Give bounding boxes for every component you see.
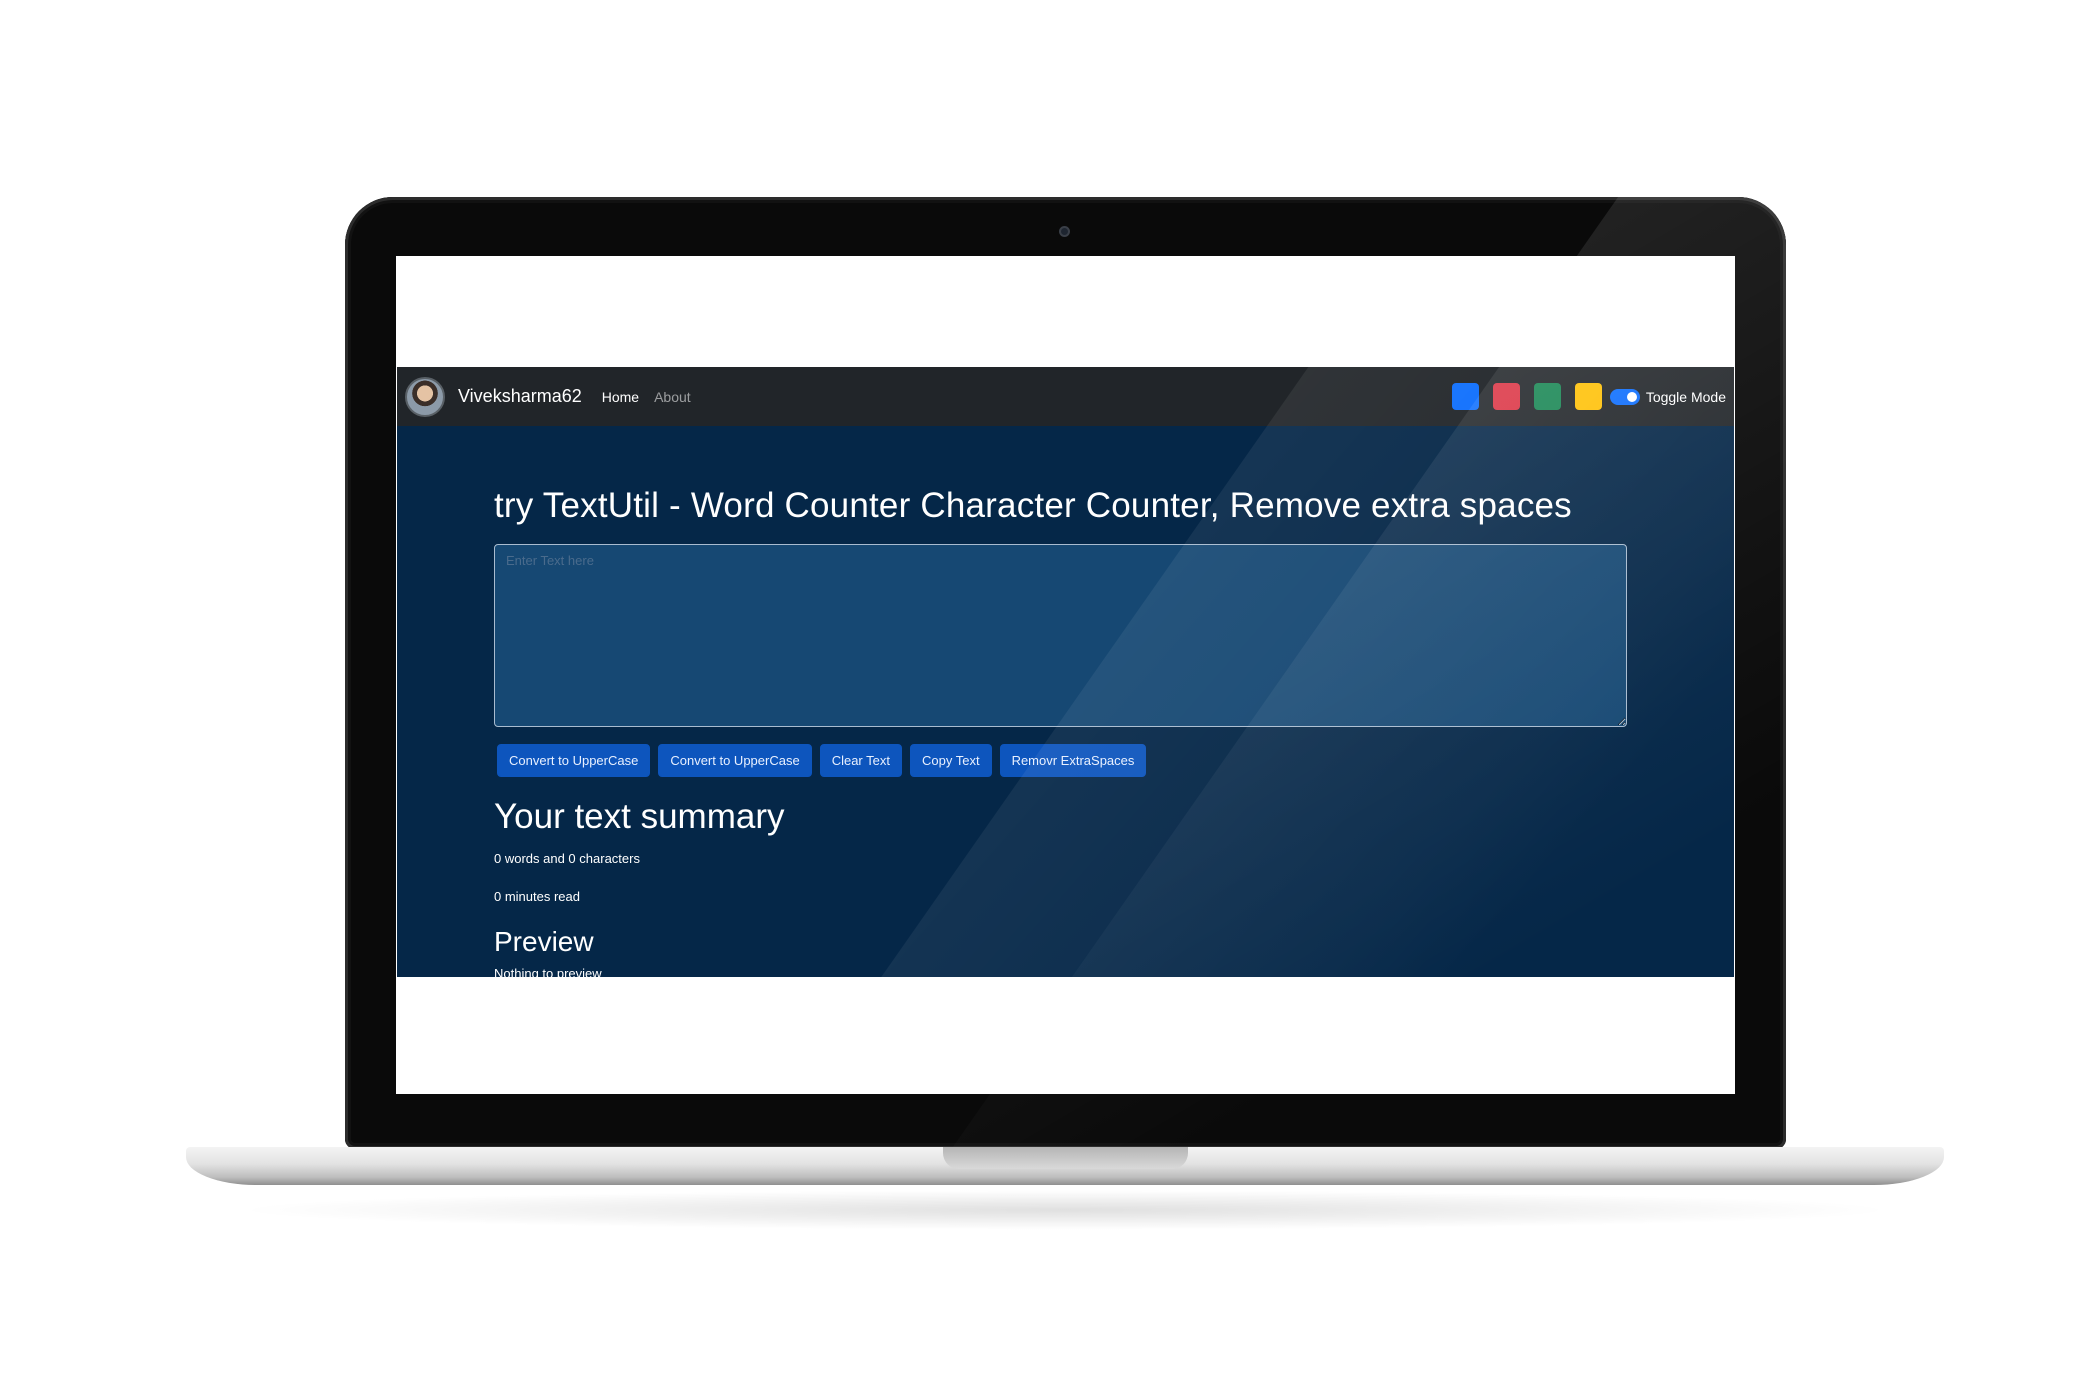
- nav-link-home[interactable]: Home: [602, 389, 639, 405]
- toggle-label[interactable]: Toggle Mode: [1646, 389, 1726, 405]
- remove-extra-spaces-button[interactable]: Removr ExtraSpaces: [999, 744, 1147, 777]
- preview-text: Nothing to preview: [494, 966, 602, 977]
- page-title: try TextUtil - Word Counter Character Co…: [494, 486, 1572, 525]
- theme-swatch-red[interactable]: [1492, 383, 1520, 410]
- dark-mode-toggle: Toggle Mode: [1609, 388, 1726, 405]
- action-buttons: Convert to UpperCase Convert to UpperCas…: [497, 744, 1634, 777]
- navbar: Viveksharma62 Home About Toggle Mode: [397, 367, 1734, 426]
- toggle-switch[interactable]: [1609, 388, 1640, 405]
- word-character-count: 0 words and 0 characters: [494, 851, 640, 866]
- clear-text-button[interactable]: Clear Text: [819, 744, 902, 777]
- reading-time: 0 minutes read: [494, 889, 580, 904]
- theme-swatch-yellow[interactable]: [1574, 383, 1602, 410]
- preview-title: Preview: [494, 926, 594, 957]
- copy-text-button[interactable]: Copy Text: [909, 744, 992, 777]
- laptop-screen: Viveksharma62 Home About Toggle Mode try…: [396, 256, 1735, 1094]
- main-content: try TextUtil - Word Counter Character Co…: [494, 426, 1634, 977]
- uppercase-button-2[interactable]: Convert to UpperCase: [658, 744, 812, 777]
- uppercase-button[interactable]: Convert to UpperCase: [497, 744, 651, 777]
- laptop-mockup: Viveksharma62 Home About Toggle Mode try…: [0, 0, 2100, 1400]
- theme-swatch-blue[interactable]: [1451, 383, 1479, 410]
- brand-name[interactable]: Viveksharma62: [458, 386, 582, 407]
- nav-links: Home About: [602, 389, 691, 405]
- summary-title: Your text summary: [494, 797, 785, 836]
- theme-swatch-green[interactable]: [1533, 383, 1561, 410]
- avatar[interactable]: [405, 376, 445, 417]
- theme-controls: Toggle Mode: [1451, 383, 1726, 410]
- textutils-app: Viveksharma62 Home About Toggle Mode try…: [397, 367, 1734, 977]
- nav-link-about[interactable]: About: [654, 389, 691, 405]
- laptop-shadow: [230, 1190, 1900, 1230]
- webcam-icon: [1059, 226, 1070, 237]
- text-input[interactable]: [494, 544, 1627, 727]
- laptop-notch: [943, 1147, 1188, 1169]
